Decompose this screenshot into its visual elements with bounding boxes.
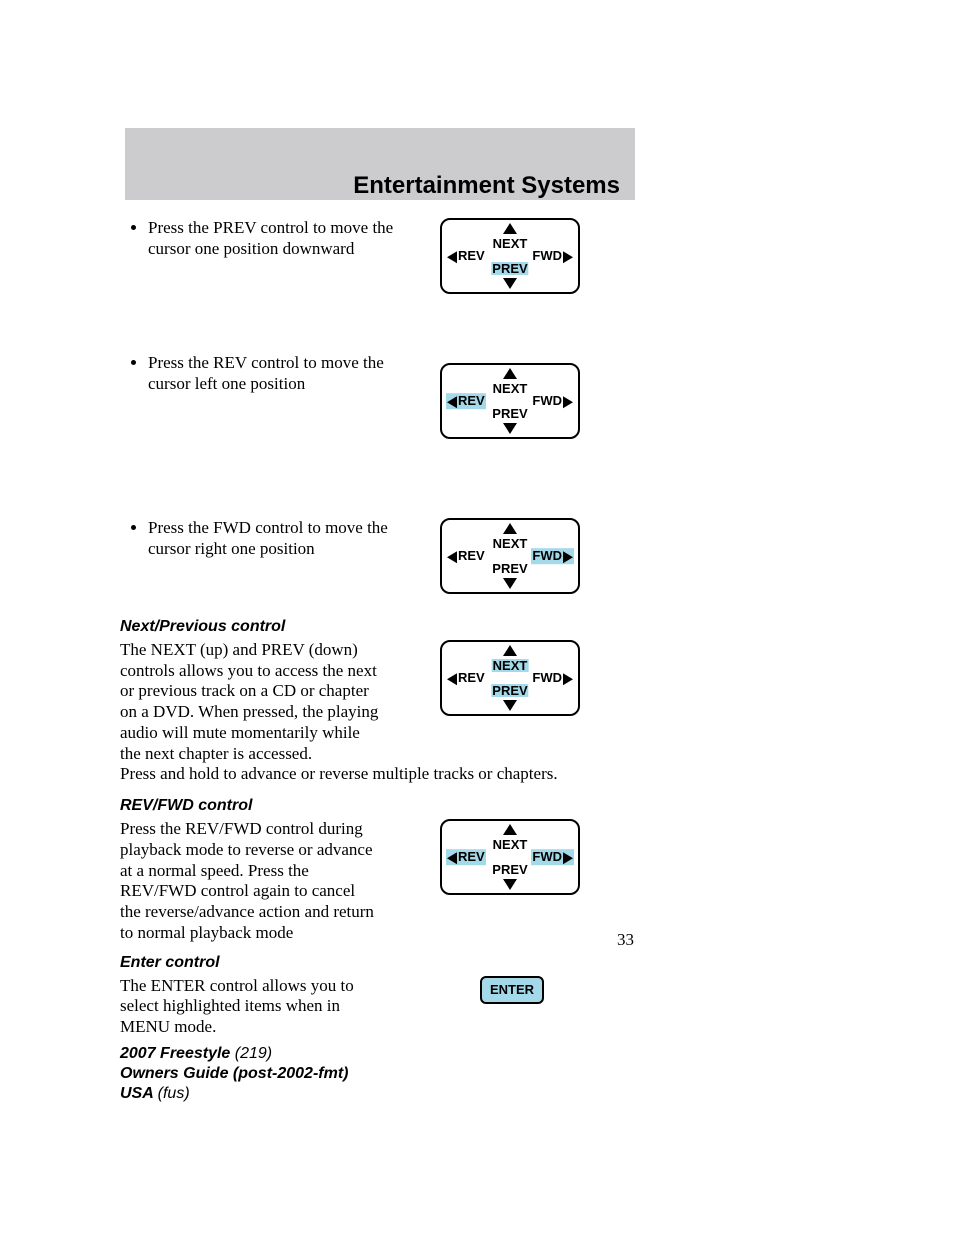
dpad-rev-label: REV <box>446 670 486 686</box>
dpad-rev-label-highlighted: REV <box>446 393 486 409</box>
dpad-diagram-rev: NEXT REV FWD PREV <box>440 363 580 439</box>
footer-line-1: 2007 Freestyle (219) <box>120 1044 348 1064</box>
text-revfwd: Press the REV/FWD control during playbac… <box>120 819 380 943</box>
arrow-up-icon <box>503 523 517 534</box>
arrow-down-icon <box>503 700 517 711</box>
bullet-fwd: Press the FWD control to move the cursor… <box>148 518 408 559</box>
dpad-fwd-label-highlighted: FWD <box>531 849 574 865</box>
dpad-fwd-label: FWD <box>531 248 574 264</box>
dpad-prev-label: PREV <box>491 863 528 876</box>
arrow-down-icon <box>503 278 517 289</box>
dpad-next-label: NEXT <box>492 382 529 395</box>
arrow-left-icon <box>447 673 457 685</box>
dpad-next-label-highlighted: NEXT <box>492 659 529 672</box>
section-nextprev: Next/Previous control The NEXT (up) and … <box>120 618 635 785</box>
arrow-down-icon <box>503 879 517 890</box>
text-enter: The ENTER control allows you to select h… <box>120 976 380 1038</box>
bullet-prev: Press the PREV control to move the curso… <box>148 218 408 259</box>
section-revfwd: REV/FWD control Press the REV/FWD contro… <box>120 797 635 943</box>
content-area: Press the PREV control to move the curso… <box>120 218 635 1038</box>
row-prev: Press the PREV control to move the curso… <box>120 218 635 313</box>
dpad-prev-label-highlighted: PREV <box>491 684 528 697</box>
arrow-left-icon <box>447 396 457 408</box>
enter-button-diagram: ENTER <box>480 976 544 1004</box>
arrow-down-icon <box>503 578 517 589</box>
arrow-left-icon <box>447 852 457 864</box>
arrow-right-icon <box>563 551 573 563</box>
arrow-up-icon <box>503 223 517 234</box>
dpad-fwd-label: FWD <box>531 393 574 409</box>
arrow-left-icon <box>447 251 457 263</box>
dpad-next-label: NEXT <box>492 537 529 550</box>
arrow-up-icon <box>503 645 517 656</box>
dpad-rev-label-highlighted: REV <box>446 849 486 865</box>
row-fwd: Press the FWD control to move the cursor… <box>120 518 635 608</box>
dpad-fwd-label: FWD <box>531 670 574 686</box>
footer-line-2: Owners Guide (post-2002-fmt) <box>120 1064 348 1084</box>
heading-enter: Enter control <box>120 954 635 972</box>
dpad-diagram-prev: NEXT REV FWD PREV <box>440 218 580 294</box>
arrow-right-icon <box>563 396 573 408</box>
section-enter: Enter control The ENTER control allows y… <box>120 954 635 1038</box>
dpad-prev-label-highlighted: PREV <box>491 262 528 275</box>
footer-line-3: USA (fus) <box>120 1084 348 1104</box>
dpad-prev-label: PREV <box>491 407 528 420</box>
heading-revfwd: REV/FWD control <box>120 797 635 815</box>
arrow-up-icon <box>503 368 517 379</box>
footer: 2007 Freestyle (219) Owners Guide (post-… <box>120 1044 348 1104</box>
arrow-up-icon <box>503 824 517 835</box>
arrow-right-icon <box>563 673 573 685</box>
row-rev: Press the REV control to move the cursor… <box>120 353 635 478</box>
text-nextprev-2: Press and hold to advance or reverse mul… <box>120 764 620 785</box>
heading-nextprev: Next/Previous control <box>120 618 635 636</box>
dpad-rev-label: REV <box>446 248 486 264</box>
text-nextprev-1: The NEXT (up) and PREV (down) controls a… <box>120 640 380 764</box>
dpad-diagram-nextprev: NEXT REV FWD PREV <box>440 640 580 716</box>
arrow-down-icon <box>503 423 517 434</box>
dpad-rev-label: REV <box>446 548 486 564</box>
dpad-next-label: NEXT <box>492 237 529 250</box>
arrow-left-icon <box>447 551 457 563</box>
page-title: Entertainment Systems <box>125 172 620 200</box>
bullet-rev: Press the REV control to move the cursor… <box>148 353 408 394</box>
page: Entertainment Systems Press the PREV con… <box>0 0 954 1235</box>
dpad-next-label: NEXT <box>492 838 529 851</box>
dpad-fwd-label-highlighted: FWD <box>531 548 574 564</box>
dpad-prev-label: PREV <box>491 562 528 575</box>
arrow-right-icon <box>563 251 573 263</box>
dpad-diagram-revfwd: NEXT REV FWD PREV <box>440 819 580 895</box>
page-number: 33 <box>617 930 634 950</box>
dpad-diagram-fwd: NEXT REV FWD PREV <box>440 518 580 594</box>
arrow-right-icon <box>563 852 573 864</box>
